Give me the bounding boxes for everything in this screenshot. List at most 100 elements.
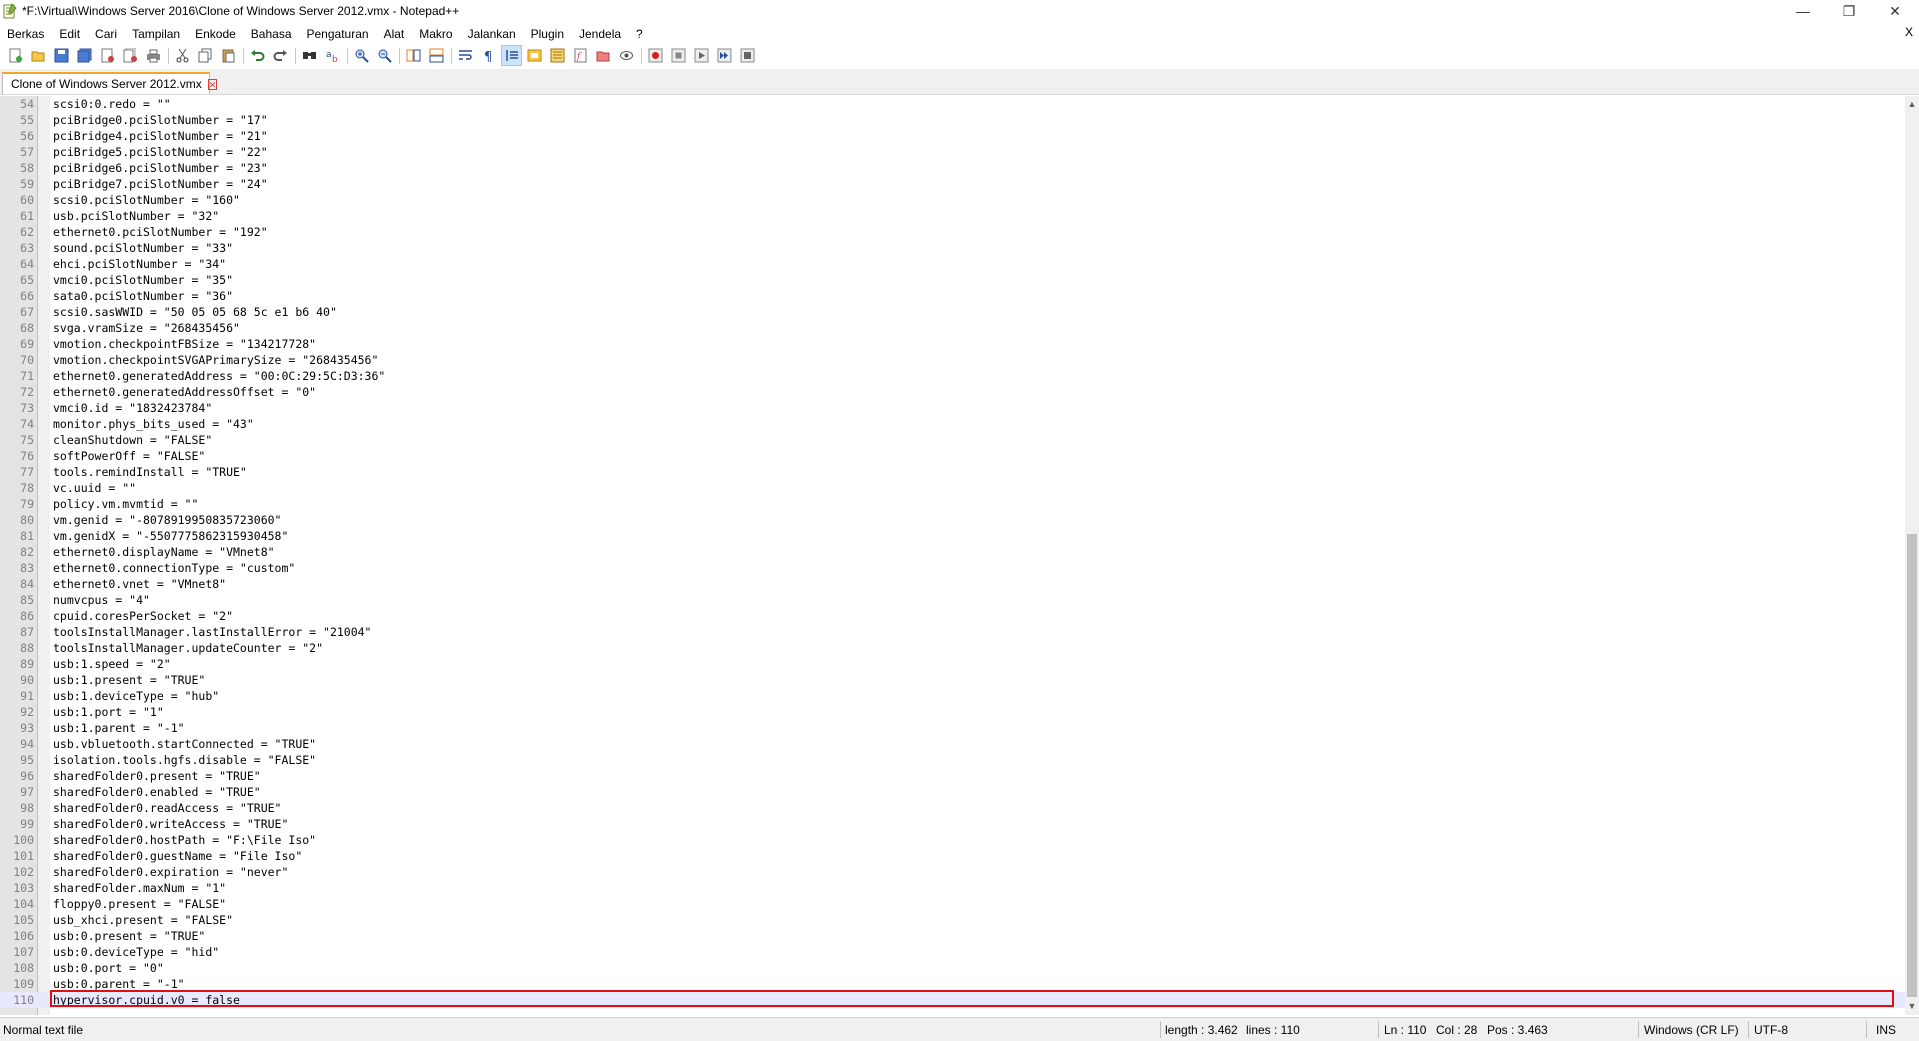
code-line[interactable]: 63 sound.pciSlotNumber = "33": [0, 240, 1905, 256]
code-line[interactable]: 86 cpuid.coresPerSocket = "2": [0, 608, 1905, 624]
replace-icon[interactable]: ab: [323, 46, 342, 65]
code-line[interactable]: 89 usb:1.speed = "2": [0, 656, 1905, 672]
code-line[interactable]: 62 ethernet0.pciSlotNumber = "192": [0, 224, 1905, 240]
code-line[interactable]: 77 tools.remindInstall = "TRUE": [0, 464, 1905, 480]
code-line[interactable]: 55 pciBridge0.pciSlotNumber = "17": [0, 112, 1905, 128]
vertical-scrollbar[interactable]: ▲ ▼: [1905, 96, 1919, 1015]
code-line[interactable]: 81 vm.genidX = "-5507775862315930458": [0, 528, 1905, 544]
menu-cari[interactable]: Cari: [88, 24, 125, 44]
menu-jalankan[interactable]: Jalankan: [461, 24, 524, 44]
code-line[interactable]: 92 usb:1.port = "1": [0, 704, 1905, 720]
close-all-icon[interactable]: [121, 46, 140, 65]
menu-plugin[interactable]: Plugin: [524, 24, 572, 44]
code-line[interactable]: 64 ehci.pciSlotNumber = "34": [0, 256, 1905, 272]
save-macro-icon[interactable]: [738, 46, 757, 65]
code-line[interactable]: 103 sharedFolder.maxNum = "1": [0, 880, 1905, 896]
code-line[interactable]: 54 scsi0:0.redo = "": [0, 96, 1905, 112]
close-window-button[interactable]: ✕: [1872, 0, 1918, 24]
code-line[interactable]: 59 pciBridge7.pciSlotNumber = "24": [0, 176, 1905, 192]
code-line[interactable]: 91 usb:1.deviceType = "hub": [0, 688, 1905, 704]
code-line[interactable]: 78 vc.uuid = "": [0, 480, 1905, 496]
find-icon[interactable]: [300, 46, 319, 65]
code-line[interactable]: 56 pciBridge4.pciSlotNumber = "21": [0, 128, 1905, 144]
code-line[interactable]: 57 pciBridge5.pciSlotNumber = "22": [0, 144, 1905, 160]
menu-pengaturan[interactable]: Pengaturan: [300, 24, 377, 44]
new-file-icon[interactable]: [6, 46, 25, 65]
function-list-icon[interactable]: f: [571, 46, 590, 65]
paste-icon[interactable]: [219, 46, 238, 65]
stop-record-icon[interactable]: [669, 46, 688, 65]
open-file-icon[interactable]: [29, 46, 48, 65]
maximize-button[interactable]: ❐: [1826, 0, 1872, 24]
menu-tampilan[interactable]: Tampilan: [125, 24, 188, 44]
code-line[interactable]: 97 sharedFolder0.enabled = "TRUE": [0, 784, 1905, 800]
code-line[interactable]: 74 monitor.phys_bits_used = "43": [0, 416, 1905, 432]
code-line[interactable]: 96 sharedFolder0.present = "TRUE": [0, 768, 1905, 784]
code-line[interactable]: 108 usb:0.port = "0": [0, 960, 1905, 976]
play-macro-multiple-icon[interactable]: [715, 46, 734, 65]
code-line[interactable]: 82 ethernet0.displayName = "VMnet8": [0, 544, 1905, 560]
show-all-characters-icon[interactable]: ¶: [479, 46, 498, 65]
code-line[interactable]: 93 usb:1.parent = "-1": [0, 720, 1905, 736]
code-line[interactable]: 90 usb:1.present = "TRUE": [0, 672, 1905, 688]
code-line[interactable]: 104 floppy0.present = "FALSE": [0, 896, 1905, 912]
menu-berkas[interactable]: Berkas: [0, 24, 52, 44]
code-line[interactable]: 60 scsi0.pciSlotNumber = "160": [0, 192, 1905, 208]
code-line[interactable]: 107 usb:0.deviceType = "hid": [0, 944, 1905, 960]
code-line[interactable]: 68 svga.vramSize = "268435456": [0, 320, 1905, 336]
menu-enkode[interactable]: Enkode: [188, 24, 244, 44]
code-line[interactable]: 98 sharedFolder0.readAccess = "TRUE": [0, 800, 1905, 816]
code-line[interactable]: 75 cleanShutdown = "FALSE": [0, 432, 1905, 448]
code-line[interactable]: 72 ethernet0.generatedAddressOffset = "0": [0, 384, 1905, 400]
code-line[interactable]: 69 vmotion.checkpointFBSize = "134217728": [0, 336, 1905, 352]
undo-icon[interactable]: [248, 46, 267, 65]
minimize-button[interactable]: —: [1780, 0, 1826, 24]
code-line[interactable]: 58 pciBridge6.pciSlotNumber = "23": [0, 160, 1905, 176]
code-line[interactable]: 84 ethernet0.vnet = "VMnet8": [0, 576, 1905, 592]
code-line[interactable]: 66 sata0.pciSlotNumber = "36": [0, 288, 1905, 304]
code-line[interactable]: 102 sharedFolder0.expiration = "never": [0, 864, 1905, 880]
code-line[interactable]: 73 vmci0.id = "1832423784": [0, 400, 1905, 416]
print-icon[interactable]: [144, 46, 163, 65]
code-line[interactable]: 83 ethernet0.connectionType = "custom": [0, 560, 1905, 576]
save-all-icon[interactable]: [75, 46, 94, 65]
code-line[interactable]: 109 usb:0.parent = "-1": [0, 976, 1905, 992]
redo-icon[interactable]: [271, 46, 290, 65]
zoom-in-icon[interactable]: [352, 46, 371, 65]
folder-workspace-icon[interactable]: [594, 46, 613, 65]
code-line[interactable]: 100 sharedFolder0.hostPath = "F:\File Iso…: [0, 832, 1905, 848]
user-language-icon[interactable]: [525, 46, 544, 65]
menu-makro[interactable]: Makro: [412, 24, 460, 44]
code-line[interactable]: 70 vmotion.checkpointSVGAPrimarySize = "2…: [0, 352, 1905, 368]
code-line[interactable]: 101 sharedFolder0.guestName = "File Iso": [0, 848, 1905, 864]
menu-alat[interactable]: Alat: [377, 24, 413, 44]
code-line[interactable]: 106 usb:0.present = "TRUE": [0, 928, 1905, 944]
tab-close-icon[interactable]: ✕: [207, 78, 218, 90]
menu-bahasa[interactable]: Bahasa: [244, 24, 300, 44]
sync-vertical-icon[interactable]: [404, 46, 423, 65]
code-line[interactable]: 87 toolsInstallManager.lastInstallError =…: [0, 624, 1905, 640]
code-line[interactable]: 79 policy.vm.mvmtid = "": [0, 496, 1905, 512]
code-line[interactable]: 71 ethernet0.generatedAddress = "00:0C:29…: [0, 368, 1905, 384]
code-line[interactable]: 94 usb.vbluetooth.startConnected = "TRUE": [0, 736, 1905, 752]
code-line[interactable]: 80 vm.genid = "-8078919950835723060": [0, 512, 1905, 528]
play-macro-icon[interactable]: [692, 46, 711, 65]
code-line[interactable]: 65 vmci0.pciSlotNumber = "35": [0, 272, 1905, 288]
editor-area[interactable]: 54 scsi0:0.redo = "" 55 pciBridge0.pciSlotN…: [0, 96, 1905, 1015]
code-line[interactable]: 110 hypervisor.cpuid.v0 = false: [0, 992, 1905, 1008]
code-line[interactable]: 88 toolsInstallManager.updateCounter = "2…: [0, 640, 1905, 656]
document-map-icon[interactable]: [548, 46, 567, 65]
zoom-out-icon[interactable]: [375, 46, 394, 65]
code-line[interactable]: 67 scsi0.sasWWID = "50 05 05 68 5c e1 b6 …: [0, 304, 1905, 320]
scroll-thumb[interactable]: [1907, 534, 1917, 997]
tab-document[interactable]: Clone of Windows Server 2012.vmx ✕: [2, 72, 218, 94]
code-line[interactable]: 61 usb.pciSlotNumber = "32": [0, 208, 1905, 224]
menu-jendela[interactable]: Jendela: [572, 24, 629, 44]
code-line[interactable]: 85 numvcpus = "4": [0, 592, 1905, 608]
indent-guide-icon[interactable]: [501, 45, 522, 66]
sync-horizontal-icon[interactable]: [427, 46, 446, 65]
code-line[interactable]: 105 usb_xhci.present = "FALSE": [0, 912, 1905, 928]
status-eol[interactable]: Windows (CR LF): [1644, 1023, 1739, 1037]
code-line[interactable]: 76 softPowerOff = "FALSE": [0, 448, 1905, 464]
menu-help[interactable]: ?: [629, 24, 651, 44]
